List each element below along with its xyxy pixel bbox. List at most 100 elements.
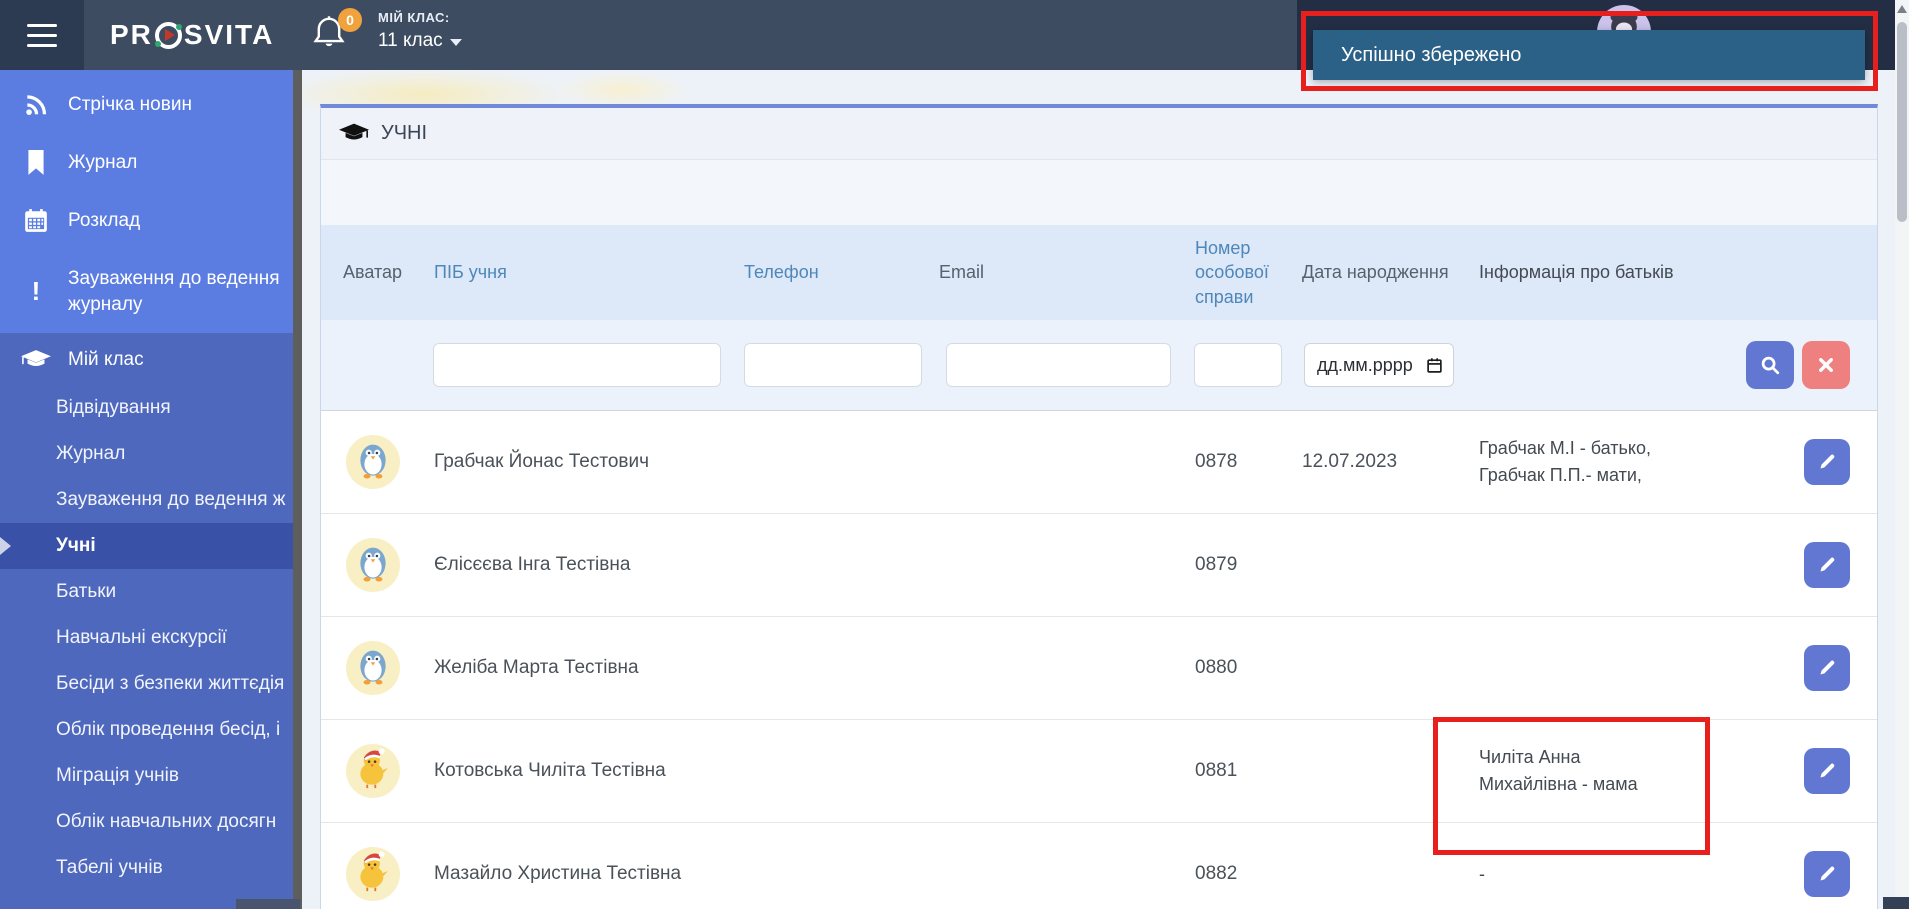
column-header[interactable]: ПІБ учня	[421, 225, 736, 320]
sidebar-subitem[interactable]: Табелі учнів	[0, 845, 293, 891]
cell-avatar	[329, 823, 417, 909]
edit-student-button[interactable]	[1804, 542, 1850, 588]
column-header: Email	[939, 262, 985, 283]
sidebar-subitem[interactable]: Журнал	[0, 431, 293, 477]
student-avatar	[346, 641, 400, 695]
sidebar-item-label: Зауваження до ведення журналу	[68, 268, 280, 315]
edit-student-button[interactable]	[1804, 439, 1850, 485]
card-spacer	[321, 160, 1877, 225]
cell-phone	[736, 617, 931, 719]
sidebar-subitem[interactable]: Облік проведення бесід, і	[0, 707, 293, 753]
scroll-thumb[interactable]	[1897, 22, 1907, 222]
filter-name-input[interactable]	[433, 343, 721, 387]
edit-student-button[interactable]	[1804, 851, 1850, 897]
penguin-avatar-icon	[350, 539, 396, 591]
table-row: Єлісєєва Інга Тестівна 0879	[321, 514, 1877, 617]
sidebar-subitem-label: Облік навчальних досягн	[56, 810, 277, 832]
sidebar-hscroll-thumb[interactable]	[236, 899, 300, 909]
cell-email	[931, 823, 1181, 909]
column-header[interactable]: Телефон	[736, 225, 931, 320]
brand-logo[interactable]: PR SVITA	[110, 0, 274, 70]
sidebar-scrollbar[interactable]	[293, 70, 302, 909]
scroll-up-arrow-icon[interactable]	[1897, 5, 1907, 13]
sidebar-my-class-section: Мій клас Відвідування Журнал Зауваження до …	[0, 333, 293, 909]
cell-student-name: Єлісєєва Інга Тестівна	[434, 554, 631, 575]
pencil-icon	[1817, 555, 1837, 575]
sidebar-subitem-label: Учні	[56, 534, 96, 556]
sidebar-subitem[interactable]: Відвідування	[0, 385, 293, 431]
sidebar-item[interactable]: Стрічка новин	[0, 76, 293, 134]
sidebar-item-label: Журнал	[68, 152, 138, 174]
sidebar-subitem[interactable]: Навчальні екскурсії	[0, 615, 293, 661]
cell-actions	[1751, 411, 1867, 513]
page-title: УЧНІ	[381, 122, 428, 144]
cell-email	[931, 617, 1181, 719]
table-header: Аватар ПІБ учня Телефон Email Номер особової…	[321, 225, 1877, 320]
page-scrollbar[interactable]	[1895, 0, 1909, 909]
graduation-cap-icon	[339, 123, 369, 140]
sidebar-item-label: Розклад	[68, 210, 141, 232]
cell-birth-date: 12.07.2023	[1302, 451, 1398, 472]
active-item-arrow-icon	[0, 536, 11, 555]
cell-file-number: 0882	[1195, 863, 1238, 884]
sidebar-item-my-class[interactable]: Мій клас	[0, 333, 293, 385]
sidebar-subitem-label: Навчальні екскурсії	[56, 626, 227, 648]
sidebar-top-items: Стрічка новин Журнал Розклад! Зауваження до…	[0, 70, 293, 333]
pencil-icon	[1817, 658, 1837, 678]
cell-email	[931, 720, 1181, 822]
table-filter-row: дд.мм.рррр	[321, 320, 1877, 411]
filter-phone-input[interactable]	[744, 343, 922, 387]
filter-birth-date-input[interactable]: дд.мм.рррр	[1304, 343, 1454, 387]
cell-student-name: Котовська Чиліта Тестівна	[434, 760, 666, 781]
search-button[interactable]	[1746, 341, 1794, 389]
table-body: Грабчак Йонас Тестович 0878 12.07.2023 Граб…	[321, 411, 1877, 909]
sidebar: Стрічка новин Журнал Розклад! Зауваження до…	[0, 70, 293, 909]
calendar-icon	[1427, 357, 1442, 373]
menu-toggle-button[interactable]	[0, 0, 84, 70]
sidebar-subitem[interactable]: Бесіди з безпеки життєдія	[0, 661, 293, 707]
exclamation-icon: !	[31, 276, 41, 307]
cell-email	[931, 514, 1181, 616]
sidebar-subitem[interactable]: Облік навчальних досягн	[0, 799, 293, 845]
sidebar-item[interactable]: Журнал	[0, 134, 293, 192]
sidebar-subitem-students-active[interactable]: Учні	[0, 522, 293, 569]
sidebar-subitem[interactable]: Міграція учнів	[0, 753, 293, 799]
app-window: PR SVITA 0 МІЙ КЛАС: 11 клас Стрічка нов…	[0, 0, 1909, 909]
cell-parents-info: -	[1479, 863, 1485, 884]
bookmark-icon	[20, 150, 52, 176]
penguin-avatar-icon	[350, 642, 396, 694]
sidebar-subitem-label: Бесіди з безпеки життєдія	[56, 672, 285, 694]
cell-email	[931, 411, 1181, 513]
cell-avatar	[329, 514, 417, 616]
sidebar-item[interactable]: Розклад	[0, 192, 293, 250]
rss-icon	[20, 92, 52, 118]
chevron-down-icon	[449, 39, 462, 46]
clear-filter-button[interactable]	[1802, 341, 1850, 389]
filter-email-input[interactable]	[946, 343, 1171, 387]
sidebar-item[interactable]: ! Зауваження до ведення журналу	[0, 250, 293, 333]
class-selector-value: 11 клас	[378, 30, 443, 51]
pencil-icon	[1817, 761, 1837, 781]
sidebar-subitem-label: Відвідування	[56, 396, 171, 418]
edit-student-button[interactable]	[1804, 748, 1850, 794]
cell-parents-info: Грабчак М.І - батько, Грабчак П.П.- мати…	[1479, 438, 1651, 485]
cell-parents-info: Чиліта Анна Михайлівна - мама	[1479, 747, 1638, 794]
hamburger-icon	[27, 23, 57, 27]
sidebar-subitem[interactable]: Батьки	[0, 569, 293, 615]
column-header: Інформація про батьків	[1479, 262, 1674, 282]
cell-parents-info	[1466, 514, 1751, 616]
filter-file-number-input[interactable]	[1194, 343, 1282, 387]
main-content: УЧНІ Аватар ПІБ учня Телефон Email Номер осо…	[302, 68, 1909, 909]
column-header[interactable]: Номер особової справи	[1181, 225, 1293, 320]
edit-student-button[interactable]	[1804, 645, 1850, 691]
cell-student-name: Грабчак Йонас Тестович	[434, 451, 649, 472]
cell-file-number: 0878	[1195, 451, 1238, 472]
table-row: Грабчак Йонас Тестович 0878 12.07.2023 Граб…	[321, 411, 1877, 514]
cell-avatar	[329, 411, 417, 513]
column-header: Дата народження	[1302, 262, 1449, 283]
notifications-button[interactable]: 0	[312, 8, 362, 58]
table-row: Мазайло Христина Тестівна 0882 -	[321, 823, 1877, 909]
sidebar-subitem[interactable]: Зауваження до ведення ж	[0, 477, 293, 523]
class-selector[interactable]: МІЙ КЛАС: 11 клас	[378, 10, 462, 52]
column-header: Аватар	[343, 262, 403, 283]
